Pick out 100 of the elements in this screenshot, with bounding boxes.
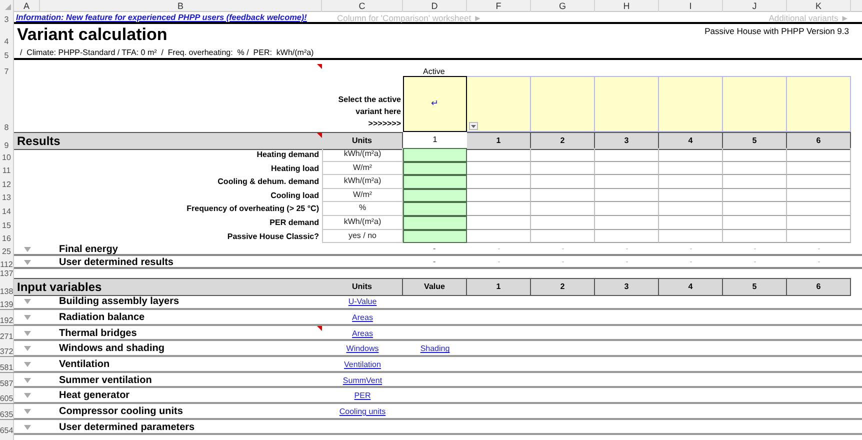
row-number[interactable]: 13 (0, 188, 14, 202)
units-link[interactable]: Areas (352, 326, 373, 341)
variant-cell[interactable] (723, 76, 787, 132)
row-number[interactable]: 635 (0, 404, 14, 419)
row-number[interactable]: 581 (0, 356, 14, 372)
row-number[interactable]: 15 (0, 216, 14, 230)
active-result-cell[interactable] (403, 175, 467, 189)
variant-result-cell[interactable] (659, 202, 723, 216)
variant-result-cell[interactable] (787, 162, 851, 176)
column-header[interactable]: I (659, 0, 723, 12)
row-number[interactable]: 192 (0, 310, 14, 325)
row-number[interactable]: 372 (0, 341, 14, 356)
variant-result-cell[interactable] (659, 188, 723, 202)
variant-result-cell[interactable] (723, 175, 787, 189)
variant-result-cell[interactable] (787, 230, 851, 244)
variant-result-cell[interactable] (787, 175, 851, 189)
units-link[interactable]: SummVent (342, 372, 382, 388)
variant-result-cell[interactable] (723, 202, 787, 216)
variant-result-cell[interactable] (595, 188, 659, 202)
variant-result-cell[interactable] (595, 162, 659, 176)
info-link[interactable]: Information: New feature for experienced PHPP users (feedback welcome)! (14, 12, 307, 24)
collapse-icon[interactable] (24, 299, 30, 304)
variant-cell[interactable] (467, 76, 531, 132)
variant-result-cell[interactable] (787, 148, 851, 162)
column-header[interactable]: F (467, 0, 531, 12)
collapse-icon[interactable] (24, 378, 30, 383)
column-header[interactable]: A (14, 0, 40, 12)
column-header[interactable]: G (531, 0, 595, 12)
variant-result-cell[interactable] (659, 175, 723, 189)
collapse-icon[interactable] (24, 260, 30, 266)
value-link[interactable]: Shading (420, 341, 450, 356)
row-number[interactable]: 10 (0, 148, 14, 162)
variant-result-cell[interactable] (659, 148, 723, 162)
column-header[interactable]: B (40, 0, 322, 12)
row-number[interactable]: 587 (0, 372, 14, 388)
variant-result-cell[interactable] (595, 175, 659, 189)
row-number[interactable]: 112 (0, 256, 14, 270)
row-number[interactable]: 8 (0, 76, 14, 132)
collapse-icon[interactable] (24, 362, 30, 367)
column-header[interactable]: C (322, 0, 403, 12)
row-number[interactable]: 271 (0, 326, 14, 341)
variant-result-cell[interactable] (787, 216, 851, 230)
row-number[interactable]: 16 (0, 230, 14, 244)
dropdown-button[interactable] (469, 122, 478, 130)
collapse-icon[interactable] (24, 393, 30, 398)
variant-result-cell[interactable] (595, 148, 659, 162)
variant-result-cell[interactable] (531, 188, 595, 202)
row-number[interactable]: 137 (0, 269, 14, 278)
variant-result-cell[interactable] (531, 162, 595, 176)
select-all-icon[interactable] (5, 4, 11, 10)
variant-result-cell[interactable] (531, 175, 595, 189)
active-result-cell[interactable] (403, 148, 467, 162)
variant-cell[interactable] (531, 76, 595, 132)
units-link[interactable]: Windows (346, 341, 379, 356)
active-result-cell[interactable] (403, 162, 467, 176)
variant-result-cell[interactable] (467, 202, 531, 216)
variant-result-cell[interactable] (723, 148, 787, 162)
row-number[interactable]: 11 (0, 162, 14, 176)
column-header[interactable]: H (595, 0, 659, 12)
variant-cell[interactable] (787, 76, 851, 132)
variant-result-cell[interactable] (531, 202, 595, 216)
variant-result-cell[interactable] (467, 216, 531, 230)
variant-result-cell[interactable] (467, 162, 531, 176)
active-result-cell[interactable] (403, 216, 467, 230)
variant-result-cell[interactable] (467, 188, 531, 202)
row-number[interactable]: 14 (0, 202, 14, 216)
variant-result-cell[interactable] (723, 162, 787, 176)
variant-result-cell[interactable] (467, 148, 531, 162)
row-number[interactable]: 5 (0, 46, 14, 60)
column-header[interactable]: J (723, 0, 787, 12)
variant-result-cell[interactable] (787, 188, 851, 202)
column-header[interactable]: K (787, 0, 851, 12)
column-header[interactable]: D (403, 0, 467, 12)
variant-result-cell[interactable] (531, 230, 595, 244)
collapse-icon[interactable] (24, 408, 30, 414)
collapse-icon[interactable] (24, 314, 30, 320)
row-number[interactable]: 25 (0, 243, 14, 256)
row-number[interactable]: 654 (0, 420, 14, 435)
row-number[interactable]: 605 (0, 388, 14, 404)
row-number[interactable]: 12 (0, 175, 14, 189)
variant-result-cell[interactable] (531, 216, 595, 230)
row-number[interactable]: 7 (0, 64, 14, 76)
units-link[interactable]: Cooling units (339, 404, 386, 419)
variant-cell[interactable] (659, 76, 723, 132)
collapse-icon[interactable] (24, 346, 30, 352)
variant-result-cell[interactable] (659, 216, 723, 230)
row-number[interactable]: 139 (0, 294, 14, 310)
variant-result-cell[interactable] (595, 230, 659, 244)
variant-result-cell[interactable] (723, 188, 787, 202)
variant-cell[interactable] (595, 76, 659, 132)
units-link[interactable]: Areas (352, 310, 373, 325)
row-number[interactable]: 4 (0, 24, 14, 46)
variant-result-cell[interactable] (531, 148, 595, 162)
variant-result-cell[interactable] (659, 230, 723, 244)
row-number[interactable]: 3 (0, 12, 14, 24)
variant-result-cell[interactable] (659, 162, 723, 176)
variant-result-cell[interactable] (787, 202, 851, 216)
variant-result-cell[interactable] (467, 175, 531, 189)
active-variant-cell[interactable]: ↵ (403, 76, 467, 132)
units-link[interactable]: U-Value (348, 294, 377, 310)
